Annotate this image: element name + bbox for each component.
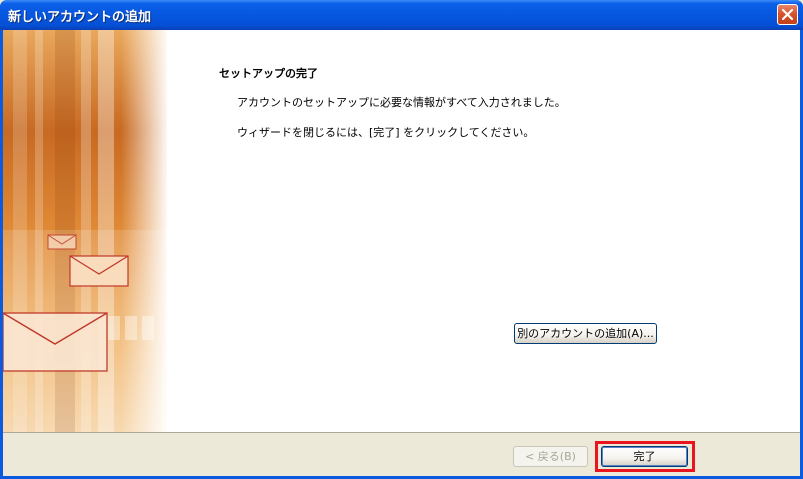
back-button[interactable]: < 戻る(B) [513, 446, 588, 467]
close-instruction-message: ウィザードを閉じるには、[完了] をクリックしてください。 [237, 126, 535, 139]
wizard-client-area: セットアップの完了 アカウントのセットアップに必要な情報がすべて入力されました。… [3, 30, 800, 476]
wizard-window: 新しいアカウントの追加 セットアップの完了 アカウントのセットアップに必要な情報… [0, 0, 803, 479]
wizard-side-image [3, 30, 167, 432]
wizard-content: セットアップの完了 アカウントのセットアップに必要な情報がすべて入力されました。… [167, 30, 800, 432]
wizard-footer: < 戻る(B) 完了 [3, 432, 800, 476]
page-heading: セットアップの完了 [219, 67, 318, 80]
window-title: 新しいアカウントの追加 [8, 10, 152, 25]
title-bar[interactable]: 新しいアカウントの追加 [0, 0, 803, 30]
close-icon [782, 9, 793, 20]
add-another-account-button[interactable]: 別のアカウントの追加(A)... [514, 323, 657, 344]
setup-complete-message: アカウントのセットアップに必要な情報がすべて入力されました。 [237, 96, 566, 109]
close-button[interactable] [777, 4, 798, 25]
finish-button[interactable]: 完了 [601, 446, 688, 467]
